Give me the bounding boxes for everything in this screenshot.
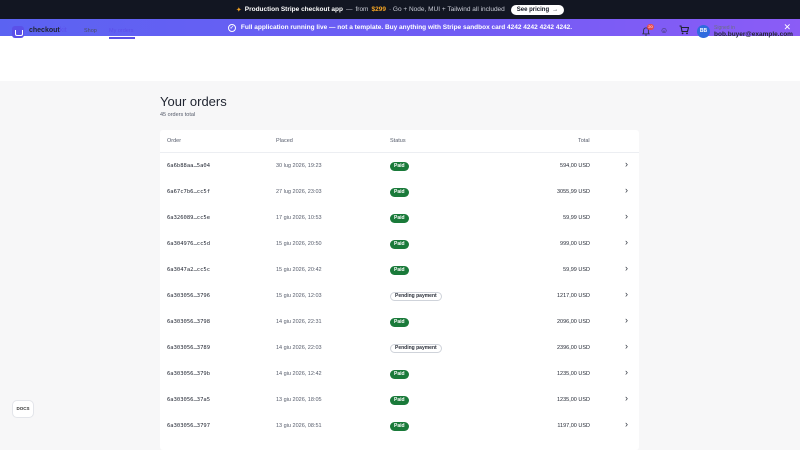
chevron-right-icon[interactable]: ›: [625, 341, 628, 351]
order-total: 59,99 USD: [563, 215, 590, 221]
notification-badge: 20: [647, 24, 654, 30]
order-id: 6a67c7b6…cc5f: [167, 189, 211, 195]
order-date: 30 lug 2026, 19:23: [276, 163, 322, 169]
order-date: 15 giu 2026, 20:50: [276, 241, 322, 247]
order-date: 13 giu 2026, 08:51: [276, 423, 322, 429]
cart-icon[interactable]: [679, 25, 689, 35]
top-nav: [0, 36, 800, 81]
table-row[interactable]: 6a67c7b6…cc5f 27 lug 2026, 23:03 Paid 3055,…: [160, 179, 639, 205]
order-total: 2096,00 USD: [556, 319, 590, 325]
header-order: Order: [167, 138, 182, 144]
order-id: 6a326089…cc5e: [167, 215, 211, 221]
nav-link-my-orders[interactable]: My orders: [109, 28, 133, 34]
status-badge: Paid: [390, 214, 409, 223]
status-badge: Paid: [390, 396, 409, 405]
nav-link-shop[interactable]: Shop: [84, 28, 97, 34]
orders-count: 45 orders total: [160, 112, 196, 118]
chevron-right-icon[interactable]: ›: [625, 185, 628, 195]
chevron-right-icon[interactable]: ›: [625, 393, 628, 403]
order-id: 6a303056…379b: [167, 371, 211, 377]
status-badge: Paid: [390, 318, 409, 327]
order-date: 15 giu 2026, 12:03: [276, 293, 322, 299]
page-title: Your orders: [160, 94, 227, 109]
chevron-right-icon[interactable]: ›: [625, 159, 628, 169]
table-row[interactable]: 6a303056…3796 15 giu 2026, 12:03 Pending p…: [160, 283, 639, 309]
status-badge: Pending payment: [390, 292, 442, 301]
order-total: 1235,00 USD: [556, 371, 590, 377]
order-id: 6a3047a2…cc5c: [167, 267, 211, 273]
table-row[interactable]: 6a326089…cc5e 17 giu 2026, 10:53 Paid 59,99…: [160, 205, 639, 231]
order-total: 59,99 USD: [563, 267, 590, 273]
order-id: 6a303056…3798: [167, 319, 211, 325]
order-total: 999,00 USD: [560, 241, 590, 247]
logo-text[interactable]: checkoutkit: [29, 27, 67, 34]
chevron-right-icon[interactable]: ›: [625, 315, 628, 325]
see-pricing-button[interactable]: See pricing →: [510, 4, 565, 15]
order-date: 14 giu 2026, 22:31: [276, 319, 322, 325]
order-total: 2396,00 USD: [556, 345, 590, 351]
table-row[interactable]: 6a6b88aa…5a04 30 lug 2026, 19:23 Paid 594,0…: [160, 153, 639, 179]
table-row[interactable]: 6a303056…3797 13 giu 2026, 08:51 Paid 1197,…: [160, 413, 639, 439]
order-id: 6a304976…cc5d: [167, 241, 211, 247]
promo-price: $299: [371, 6, 386, 13]
promo-title: Production Stripe checkout app: [244, 6, 343, 13]
logo-part-1: checkout: [29, 27, 60, 34]
logo-part-2: kit: [59, 27, 67, 34]
order-total: 594,00 USD: [560, 163, 590, 169]
order-date: 15 giu 2026, 20:42: [276, 267, 322, 273]
order-date: 27 lug 2026, 23:03: [276, 189, 322, 195]
promo-bar: ✦ Production Stripe checkout app — from …: [0, 0, 800, 19]
status-badge: Pending payment: [390, 344, 442, 353]
check-circle-icon: ✓: [227, 23, 236, 32]
status-badge: Paid: [390, 370, 409, 379]
docs-button[interactable]: DOCS: [12, 400, 34, 418]
table-row[interactable]: 6a304976…cc5d 15 giu 2026, 20:50 Paid 999,0…: [160, 231, 639, 257]
avatar[interactable]: BB: [697, 25, 710, 38]
header-total: Total: [578, 138, 590, 144]
order-date: 17 giu 2026, 10:53: [276, 215, 322, 221]
order-id: 6a303056…3797: [167, 423, 211, 429]
status-badge: Paid: [390, 162, 409, 171]
order-date: 14 giu 2026, 12:42: [276, 371, 322, 377]
table-row[interactable]: 6a3047a2…cc5c 15 giu 2026, 20:42 Paid 59,99…: [160, 257, 639, 283]
order-date: 13 giu 2026, 18:05: [276, 397, 322, 403]
header-status: Status: [390, 138, 406, 144]
order-total: 3055,99 USD: [556, 189, 590, 195]
bag-logo-icon[interactable]: [12, 26, 24, 38]
order-id: 6a6b88aa…5a04: [167, 163, 211, 169]
active-tab-indicator: [109, 37, 135, 39]
order-date: 14 giu 2026, 22:03: [276, 345, 322, 351]
table-row[interactable]: 6a303056…3789 14 giu 2026, 22:03 Pending p…: [160, 335, 639, 361]
chevron-right-icon[interactable]: ›: [625, 263, 628, 273]
see-pricing-label: See pricing: [516, 6, 550, 13]
chevron-right-icon[interactable]: ›: [625, 289, 628, 299]
table-row[interactable]: 6a303056…379b 14 giu 2026, 12:42 Paid 1235,…: [160, 361, 639, 387]
status-badge: Paid: [390, 266, 409, 275]
chevron-right-icon[interactable]: ›: [625, 211, 628, 221]
chevron-right-icon[interactable]: ›: [625, 367, 628, 377]
order-id: 6a303056…3789: [167, 345, 211, 351]
live-banner-text: Full application running live — not a te…: [240, 24, 573, 31]
status-badge: Paid: [390, 240, 409, 249]
table-row[interactable]: 6a303056…37a5 13 giu 2026, 18:05 Paid 1235,…: [160, 387, 639, 413]
promo-from: from: [355, 6, 369, 13]
promo-details: · Go + Node, MUI + Tailwind all included: [388, 6, 505, 13]
order-total: 1217,00 USD: [556, 293, 590, 299]
orders-table: Order Placed Status Total 6a6b88aa…5a04 3…: [160, 130, 639, 450]
user-email[interactable]: bob.buyer@example.com: [714, 31, 793, 38]
header-placed: Placed: [276, 138, 293, 144]
promo-dash: —: [345, 6, 353, 13]
order-total: 1197,00 USD: [557, 423, 590, 429]
status-badge: Paid: [390, 188, 409, 197]
sparkle-icon: ✦: [235, 6, 242, 14]
arrow-right-icon: →: [552, 6, 559, 13]
status-badge: Paid: [390, 422, 409, 431]
table-row[interactable]: 6a303056…3798 14 giu 2026, 22:31 Paid 2096,…: [160, 309, 639, 335]
chevron-right-icon[interactable]: ›: [625, 419, 628, 429]
order-id: 6a303056…3796: [167, 293, 211, 299]
order-total: 1235,00 USD: [556, 397, 590, 403]
order-id: 6a303056…37a5: [167, 397, 211, 403]
support-icon[interactable]: ☺: [660, 26, 668, 35]
chevron-right-icon[interactable]: ›: [625, 237, 628, 247]
